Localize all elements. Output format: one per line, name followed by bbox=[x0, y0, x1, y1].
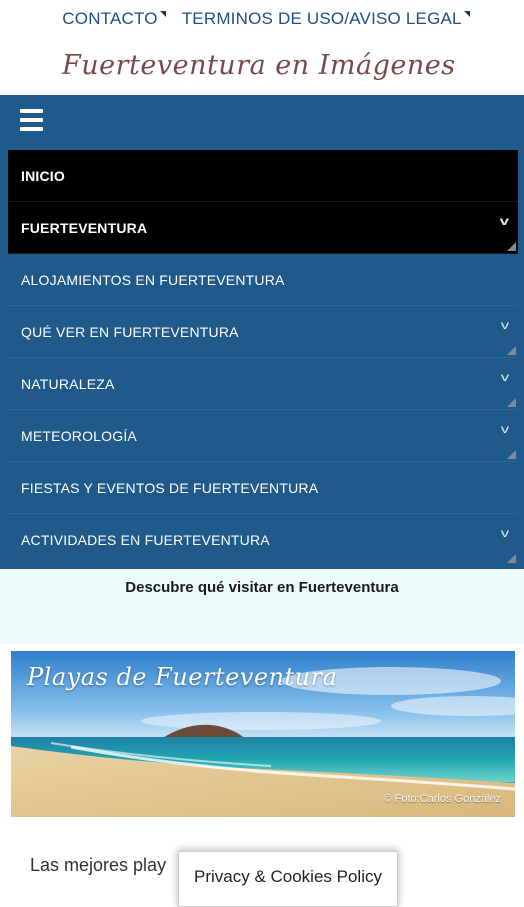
photo-credit: © Foto:Carlos González bbox=[383, 793, 501, 805]
corner-marker-icon bbox=[507, 398, 516, 407]
chevron-down-icon[interactable]: v bbox=[501, 422, 510, 436]
hamburger-menu-icon[interactable] bbox=[20, 109, 43, 131]
beaches-banner[interactable]: Playas de Fuerteventura © Foto:Carlos Go… bbox=[11, 651, 515, 817]
contact-link-label: CONTACTO bbox=[62, 9, 158, 28]
contact-link[interactable]: CONTACTO bbox=[62, 9, 166, 29]
corner-marker-icon bbox=[507, 450, 516, 459]
terms-link-label: TERMINOS DE USO/AVISO LEGAL bbox=[181, 9, 462, 28]
main-menu: INICIO FUERTEVENTURA v ALOJAMIENTOS EN F… bbox=[0, 95, 524, 569]
menu-item-label: ALOJAMIENTOS EN FUERTEVENTURA bbox=[21, 271, 285, 288]
privacy-cookies-button[interactable]: Privacy & Cookies Policy bbox=[178, 851, 398, 907]
menu-item-label: FUERTEVENTURA bbox=[21, 219, 148, 236]
menu-item-label: QUÉ VER EN FUERTEVENTURA bbox=[21, 323, 239, 340]
menu-item-label: NATURALEZA bbox=[21, 375, 115, 392]
banner-title: Playas de Fuerteventura bbox=[27, 663, 338, 691]
corner-marker-icon bbox=[159, 11, 166, 17]
corner-marker-icon bbox=[507, 242, 516, 251]
menu-item-label: METEOROLOGÍA bbox=[21, 427, 137, 444]
chevron-down-icon[interactable]: v bbox=[501, 318, 510, 332]
terms-link[interactable]: TERMINOS DE USO/AVISO LEGAL bbox=[181, 9, 470, 29]
menu-item-label: INICIO bbox=[21, 167, 65, 184]
chevron-down-icon[interactable]: v bbox=[501, 526, 510, 540]
menu-item-meteorologia[interactable]: METEOROLOGÍA v bbox=[8, 410, 518, 462]
corner-marker-icon bbox=[463, 11, 470, 17]
menu-item-label: ACTIVIDADES EN FUERTEVENTURA bbox=[21, 531, 270, 548]
menu-item-que-ver[interactable]: QUÉ VER EN FUERTEVENTURA v bbox=[8, 306, 518, 358]
chevron-down-icon[interactable]: v bbox=[501, 370, 510, 384]
menu-item-fiestas[interactable]: FIESTAS Y EVENTOS DE FUERTEVENTURA bbox=[8, 462, 518, 514]
menu-item-alojamientos[interactable]: ALOJAMIENTOS EN FUERTEVENTURA bbox=[8, 254, 518, 306]
corner-marker-icon bbox=[507, 554, 516, 563]
chevron-down-icon[interactable]: v bbox=[500, 214, 510, 228]
menu-item-inicio[interactable]: INICIO bbox=[8, 150, 518, 202]
menu-item-label: FIESTAS Y EVENTOS DE FUERTEVENTURA bbox=[21, 479, 319, 496]
corner-marker-icon bbox=[507, 346, 516, 355]
menu-item-naturaleza[interactable]: NATURALEZA v bbox=[8, 358, 518, 410]
privacy-cookies-label: Privacy & Cookies Policy bbox=[193, 867, 382, 886]
site-title[interactable]: Fuerteventura en Imágenes bbox=[62, 50, 482, 94]
intro-text: Las mejores play bbox=[30, 855, 167, 875]
top-navigation: CONTACTO TERMINOS DE USO/AVISO LEGAL bbox=[0, 0, 524, 38]
menu-item-actividades[interactable]: ACTIVIDADES EN FUERTEVENTURA v bbox=[8, 514, 518, 565]
menu-item-fuerteventura[interactable]: FUERTEVENTURA v bbox=[8, 202, 518, 254]
section-heading: Descubre qué visitar en Fuerteventura bbox=[125, 579, 399, 596]
